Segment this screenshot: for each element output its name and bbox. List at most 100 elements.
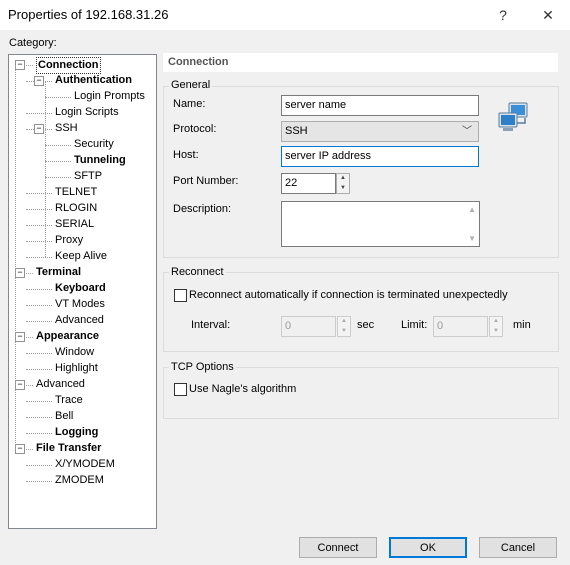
port-spinner[interactable]: ▲ ▼: [336, 173, 350, 194]
tree-connector: [26, 305, 52, 306]
tree-connector: [26, 369, 52, 370]
cancel-button[interactable]: Cancel: [479, 537, 557, 558]
protocol-value: SSH: [285, 125, 308, 137]
tree-item-trace[interactable]: Trace: [55, 393, 83, 408]
tree-item-tunneling[interactable]: Tunneling: [74, 153, 126, 168]
nagle-checkbox-label: Use Nagle's algorithm: [189, 383, 297, 395]
tree-item-proxy[interactable]: Proxy: [55, 233, 83, 248]
collapse-icon[interactable]: −: [15, 380, 25, 390]
tree-connector: [26, 353, 52, 354]
close-button[interactable]: ✕: [533, 4, 563, 26]
collapse-icon[interactable]: −: [15, 268, 25, 278]
limit-spinner[interactable]: ▲ ▼: [489, 316, 503, 337]
tree-item-zmodem[interactable]: ZMODEM: [55, 473, 104, 488]
spin-up-icon[interactable]: ▲: [490, 317, 502, 327]
tree-guide: [15, 65, 16, 449]
tree-item-bell[interactable]: Bell: [55, 409, 73, 424]
tree-item-keyboard[interactable]: Keyboard: [55, 281, 106, 296]
host-label: Host:: [173, 149, 199, 161]
tree-item-terminal[interactable]: Terminal: [36, 265, 81, 280]
port-label: Port Number:: [173, 175, 239, 187]
tree-item-x-ymodem[interactable]: X/YMODEM: [55, 457, 115, 472]
collapse-icon[interactable]: −: [15, 60, 25, 70]
collapse-icon[interactable]: −: [15, 332, 25, 342]
limit-label: Limit:: [401, 319, 428, 331]
reconnect-group: [163, 272, 559, 352]
nagle-checkbox[interactable]: [174, 383, 187, 396]
tree-item-security[interactable]: Security: [74, 137, 114, 152]
tree-item-logging[interactable]: Logging: [55, 425, 98, 440]
panel-header: Connection: [163, 53, 558, 72]
tree-item-serial[interactable]: SERIAL: [55, 217, 94, 232]
protocol-select[interactable]: SSH ﹀: [281, 121, 479, 142]
limit-input[interactable]: 0: [433, 316, 488, 337]
tree-connector: [26, 209, 52, 210]
spin-up-icon[interactable]: ▲: [338, 317, 350, 327]
tree-item-window[interactable]: Window: [55, 345, 94, 360]
scroll-up-icon: ▲: [468, 205, 476, 214]
reconnect-checkbox[interactable]: [174, 289, 187, 302]
tree-item-rlogin[interactable]: RLOGIN: [55, 201, 97, 216]
tree-item-login-prompts[interactable]: Login Prompts: [74, 89, 145, 104]
network-computers-icon: [497, 101, 531, 135]
interval-input[interactable]: 0: [281, 316, 336, 337]
tree-connector: [26, 193, 52, 194]
tree-connector: [45, 177, 71, 178]
spin-down-icon[interactable]: ▼: [337, 184, 349, 194]
description-label: Description:: [173, 203, 232, 215]
tree-connector: [26, 481, 52, 482]
tree-item-vt-modes[interactable]: VT Modes: [55, 297, 105, 312]
tree-connector: [26, 113, 52, 114]
tree-connector: [26, 401, 52, 402]
tree-connector: [45, 161, 71, 162]
name-label: Name:: [173, 98, 206, 110]
tree-item-login-scripts[interactable]: Login Scripts: [55, 105, 119, 120]
tree-connector: [45, 97, 71, 98]
tree-item-appearance[interactable]: Appearance: [36, 329, 99, 344]
spin-down-icon[interactable]: ▼: [338, 327, 350, 337]
help-button[interactable]: ?: [488, 4, 518, 26]
interval-spinner[interactable]: ▲ ▼: [337, 316, 351, 337]
tree-item-advanced[interactable]: Advanced: [55, 313, 104, 328]
name-input[interactable]: server name: [281, 95, 479, 116]
tree-connector: [26, 257, 52, 258]
tree-item-advanced[interactable]: Advanced: [36, 377, 85, 392]
category-label: Category:: [9, 37, 57, 49]
tree-item-ssh[interactable]: SSH: [55, 121, 78, 136]
reconnect-group-label: Reconnect: [169, 266, 226, 278]
tree-connector: [26, 465, 52, 466]
spin-down-icon[interactable]: ▼: [490, 327, 502, 337]
host-input[interactable]: server IP address: [281, 146, 479, 167]
tree-item-authentication[interactable]: Authentication: [55, 73, 132, 88]
tree-item-sftp[interactable]: SFTP: [74, 169, 102, 184]
collapse-icon[interactable]: −: [34, 76, 44, 86]
interval-unit: sec: [357, 319, 375, 331]
collapse-icon[interactable]: −: [34, 124, 44, 134]
reconnect-checkbox-label: Reconnect automatically if connection is…: [189, 289, 508, 301]
window-title: Properties of 192.168.31.26: [8, 7, 169, 22]
tcp-group-label: TCP Options: [169, 361, 236, 373]
collapse-icon[interactable]: −: [15, 444, 25, 454]
protocol-label: Protocol:: [173, 123, 217, 135]
description-textarea[interactable]: ▲ ▼: [281, 201, 480, 247]
tree-item-connection[interactable]: Connection: [36, 57, 101, 74]
tree-connector: [26, 417, 52, 418]
chevron-down-icon: ﹀: [462, 126, 472, 137]
connect-button[interactable]: Connect: [299, 537, 377, 558]
tree-connector: [26, 225, 52, 226]
ok-button[interactable]: OK: [389, 537, 467, 558]
port-input[interactable]: 22: [281, 173, 336, 194]
tree-guide: [45, 81, 46, 257]
spin-up-icon[interactable]: ▲: [337, 174, 349, 184]
category-tree[interactable]: − Connection − Authentication Login Prompts L…: [8, 54, 157, 529]
tree-item-telnet[interactable]: TELNET: [55, 185, 97, 200]
limit-unit: min: [513, 319, 531, 331]
tree-connector: [26, 433, 52, 434]
interval-label: Interval:: [191, 319, 231, 331]
tree-connector: [45, 145, 71, 146]
tree-connector: [26, 321, 52, 322]
tree-item-highlight[interactable]: Highlight: [55, 361, 98, 376]
tree-item-keep-alive[interactable]: Keep Alive: [55, 249, 107, 264]
general-group-label: General: [169, 79, 213, 91]
tree-item-file-transfer[interactable]: File Transfer: [36, 441, 101, 456]
